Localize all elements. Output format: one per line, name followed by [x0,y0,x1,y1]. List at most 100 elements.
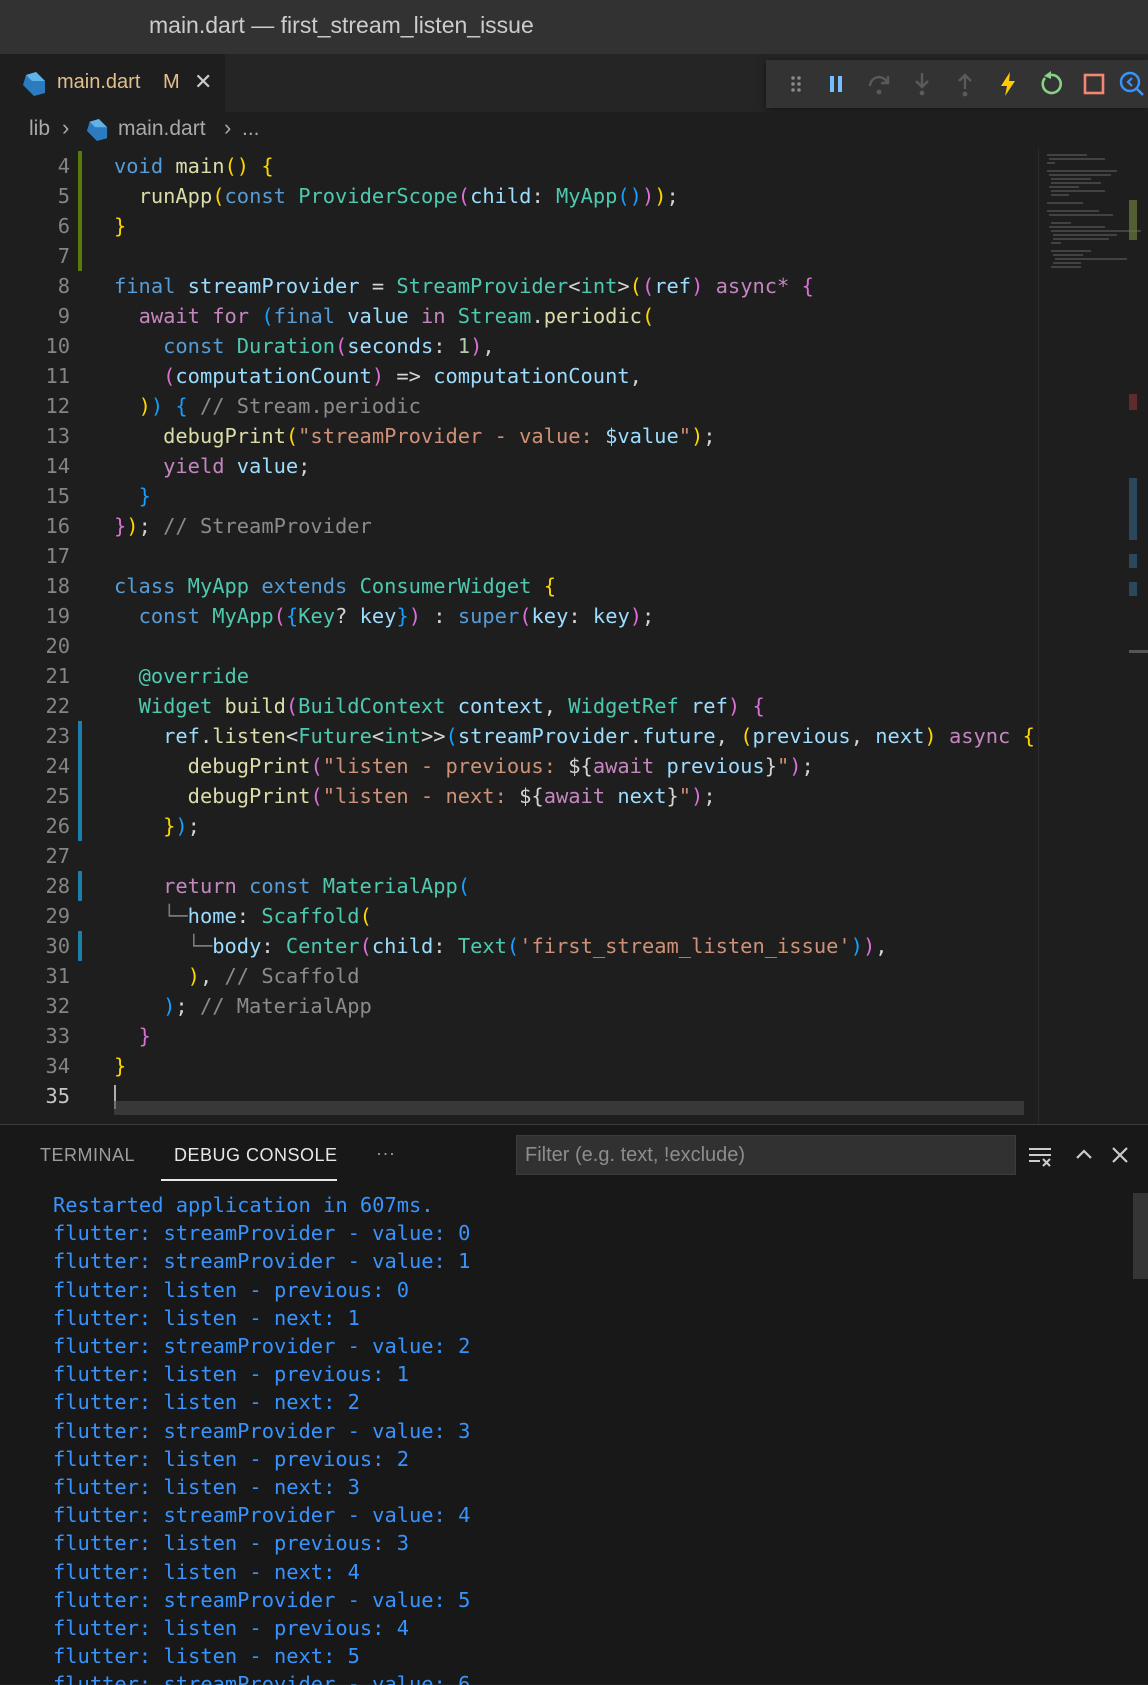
more-tabs-button[interactable]: ··· [376,1143,395,1164]
code-line[interactable]: 32 ); // MaterialApp [0,991,1040,1021]
debug-console-output[interactable]: Restarted application in 607ms. flutter: … [0,1183,1148,1685]
code-token: debugPrint [163,424,286,448]
breadcrumb-folder[interactable]: lib [29,117,50,141]
code-line[interactable]: 22 Widget build(BuildContext context, Wi… [0,691,1040,721]
code-token: } [396,604,409,628]
code-line[interactable]: 16}); // StreamProvider [0,511,1040,541]
breadcrumb-more[interactable]: ... [242,117,260,141]
git-change-marker[interactable] [78,751,82,781]
code-token: { [801,274,814,298]
code-text: └─home: Scaffold( [114,901,372,931]
code-token: } [114,514,127,538]
code-line[interactable]: 6} [0,211,1040,241]
code-token: ; [642,604,655,628]
code-token: periodic [543,304,642,328]
git-change-marker[interactable] [78,181,82,211]
code-line[interactable]: 5 runApp(const ProviderScope(child: MyAp… [0,181,1040,211]
code-token: MyApp [187,574,262,598]
git-change-marker[interactable] [78,151,82,181]
code-line[interactable]: 8 final streamProvider = StreamProvider<i… [0,271,1040,301]
code-line[interactable]: 23 ref.listen<Future<int>>(streamProvide… [0,721,1040,751]
pause-icon[interactable] [822,70,850,98]
code-line[interactable]: 15 } [0,481,1040,511]
step-into-icon[interactable] [908,70,936,98]
console-scrollbar[interactable] [1133,1193,1148,1279]
filter-input[interactable] [516,1135,1016,1175]
code-line[interactable]: 33 } [0,1021,1040,1051]
hot-reload-icon[interactable] [994,70,1022,98]
code-text: ), // Scaffold [114,961,360,991]
code-line[interactable]: 18 class MyApp extends ConsumerWidget { [0,571,1040,601]
code-line[interactable]: 17 [0,541,1040,571]
code-line[interactable]: 29 └─home: Scaffold( [0,901,1040,931]
code-line[interactable]: 20 [0,631,1040,661]
code-line[interactable]: 10 const Duration(seconds: 1), [0,331,1040,361]
code-line[interactable]: 25 debugPrint("listen - next: ${await ne… [0,781,1040,811]
git-change-marker[interactable] [78,721,82,751]
line-number: 27 [45,844,70,868]
code-line[interactable]: 21 @override [0,661,1040,691]
code-line[interactable]: 4 void main() { [0,151,1040,181]
code-line[interactable]: 28 return const MaterialApp( [0,871,1040,901]
debug-toolbar [766,60,1148,108]
tab-main-dart[interactable]: main.dart M ✕ [0,54,225,112]
line-number: 18 [45,574,70,598]
code-line[interactable]: 26 }); [0,811,1040,841]
code-line[interactable]: 12 )) { // Stream.periodic [0,391,1040,421]
close-icon[interactable]: ✕ [194,69,212,95]
tab-debug-console[interactable]: DEBUG CONSOLE [174,1145,338,1166]
code-line[interactable]: 14 yield value; [0,451,1040,481]
code-editor[interactable]: 4 void main() {5 runApp(const ProviderSco… [0,148,1148,1124]
git-change-marker[interactable] [78,931,82,961]
code-token: { [543,574,556,598]
code-line[interactable]: 19 const MyApp({Key? key}) : super(key: … [0,601,1040,631]
code-token: ; [138,514,151,538]
code-line[interactable]: 7 [0,241,1040,271]
code-token: : [236,904,262,928]
code-line[interactable]: 30 └─body: Center(child: Text('first_str… [0,931,1040,961]
git-change-marker[interactable] [78,811,82,841]
stop-icon[interactable] [1080,70,1108,98]
console-line: flutter: listen - next: 3 [53,1475,360,1499]
git-change-marker[interactable] [78,211,82,241]
code-token: MyApp [212,604,274,628]
git-change-marker[interactable] [78,871,82,901]
code-token: ) [727,694,741,718]
code-token: ) [408,604,421,628]
code-line[interactable]: 31 ), // Scaffold [0,961,1040,991]
drag-handle-icon[interactable] [782,70,810,98]
maximize-panel-icon[interactable] [1070,1141,1098,1169]
code-token: ( [519,604,532,628]
breadcrumb-file[interactable]: main.dart [118,117,206,141]
close-panel-icon[interactable] [1106,1141,1134,1169]
tab-terminal[interactable]: TERMINAL [40,1145,135,1166]
code-token: BuildContext [298,694,458,718]
code-line[interactable]: 11 (computationCount) => computationCoun… [0,361,1040,391]
clear-console-icon[interactable] [1026,1141,1054,1169]
code-line[interactable]: 34} [0,1051,1040,1081]
devtools-icon[interactable] [1118,70,1146,98]
code-line[interactable]: 13 debugPrint("streamProvider - value: $… [0,421,1040,451]
code-token: Stream [457,304,532,328]
code-token: return [163,874,250,898]
code-token: previous [666,754,765,778]
code-text: }); // StreamProvider [114,511,372,541]
code-token: > [617,274,630,298]
code-token: ( [629,274,642,298]
git-change-marker[interactable] [78,241,82,271]
restart-icon[interactable] [1037,70,1065,98]
code-line[interactable]: 27 [0,841,1040,871]
git-change-marker[interactable] [78,781,82,811]
line-number: 10 [45,334,70,358]
code-line[interactable]: 9 await for (final value in Stream.perio… [0,301,1040,331]
minimap[interactable] [1038,148,1148,1124]
step-out-icon[interactable] [951,70,979,98]
horizontal-scrollbar[interactable] [114,1101,1024,1115]
line-number: 8 [57,274,70,298]
code-token: } [138,1024,151,1048]
step-over-icon[interactable] [865,70,893,98]
code-line[interactable]: 24 debugPrint("listen - previous: ${awai… [0,751,1040,781]
